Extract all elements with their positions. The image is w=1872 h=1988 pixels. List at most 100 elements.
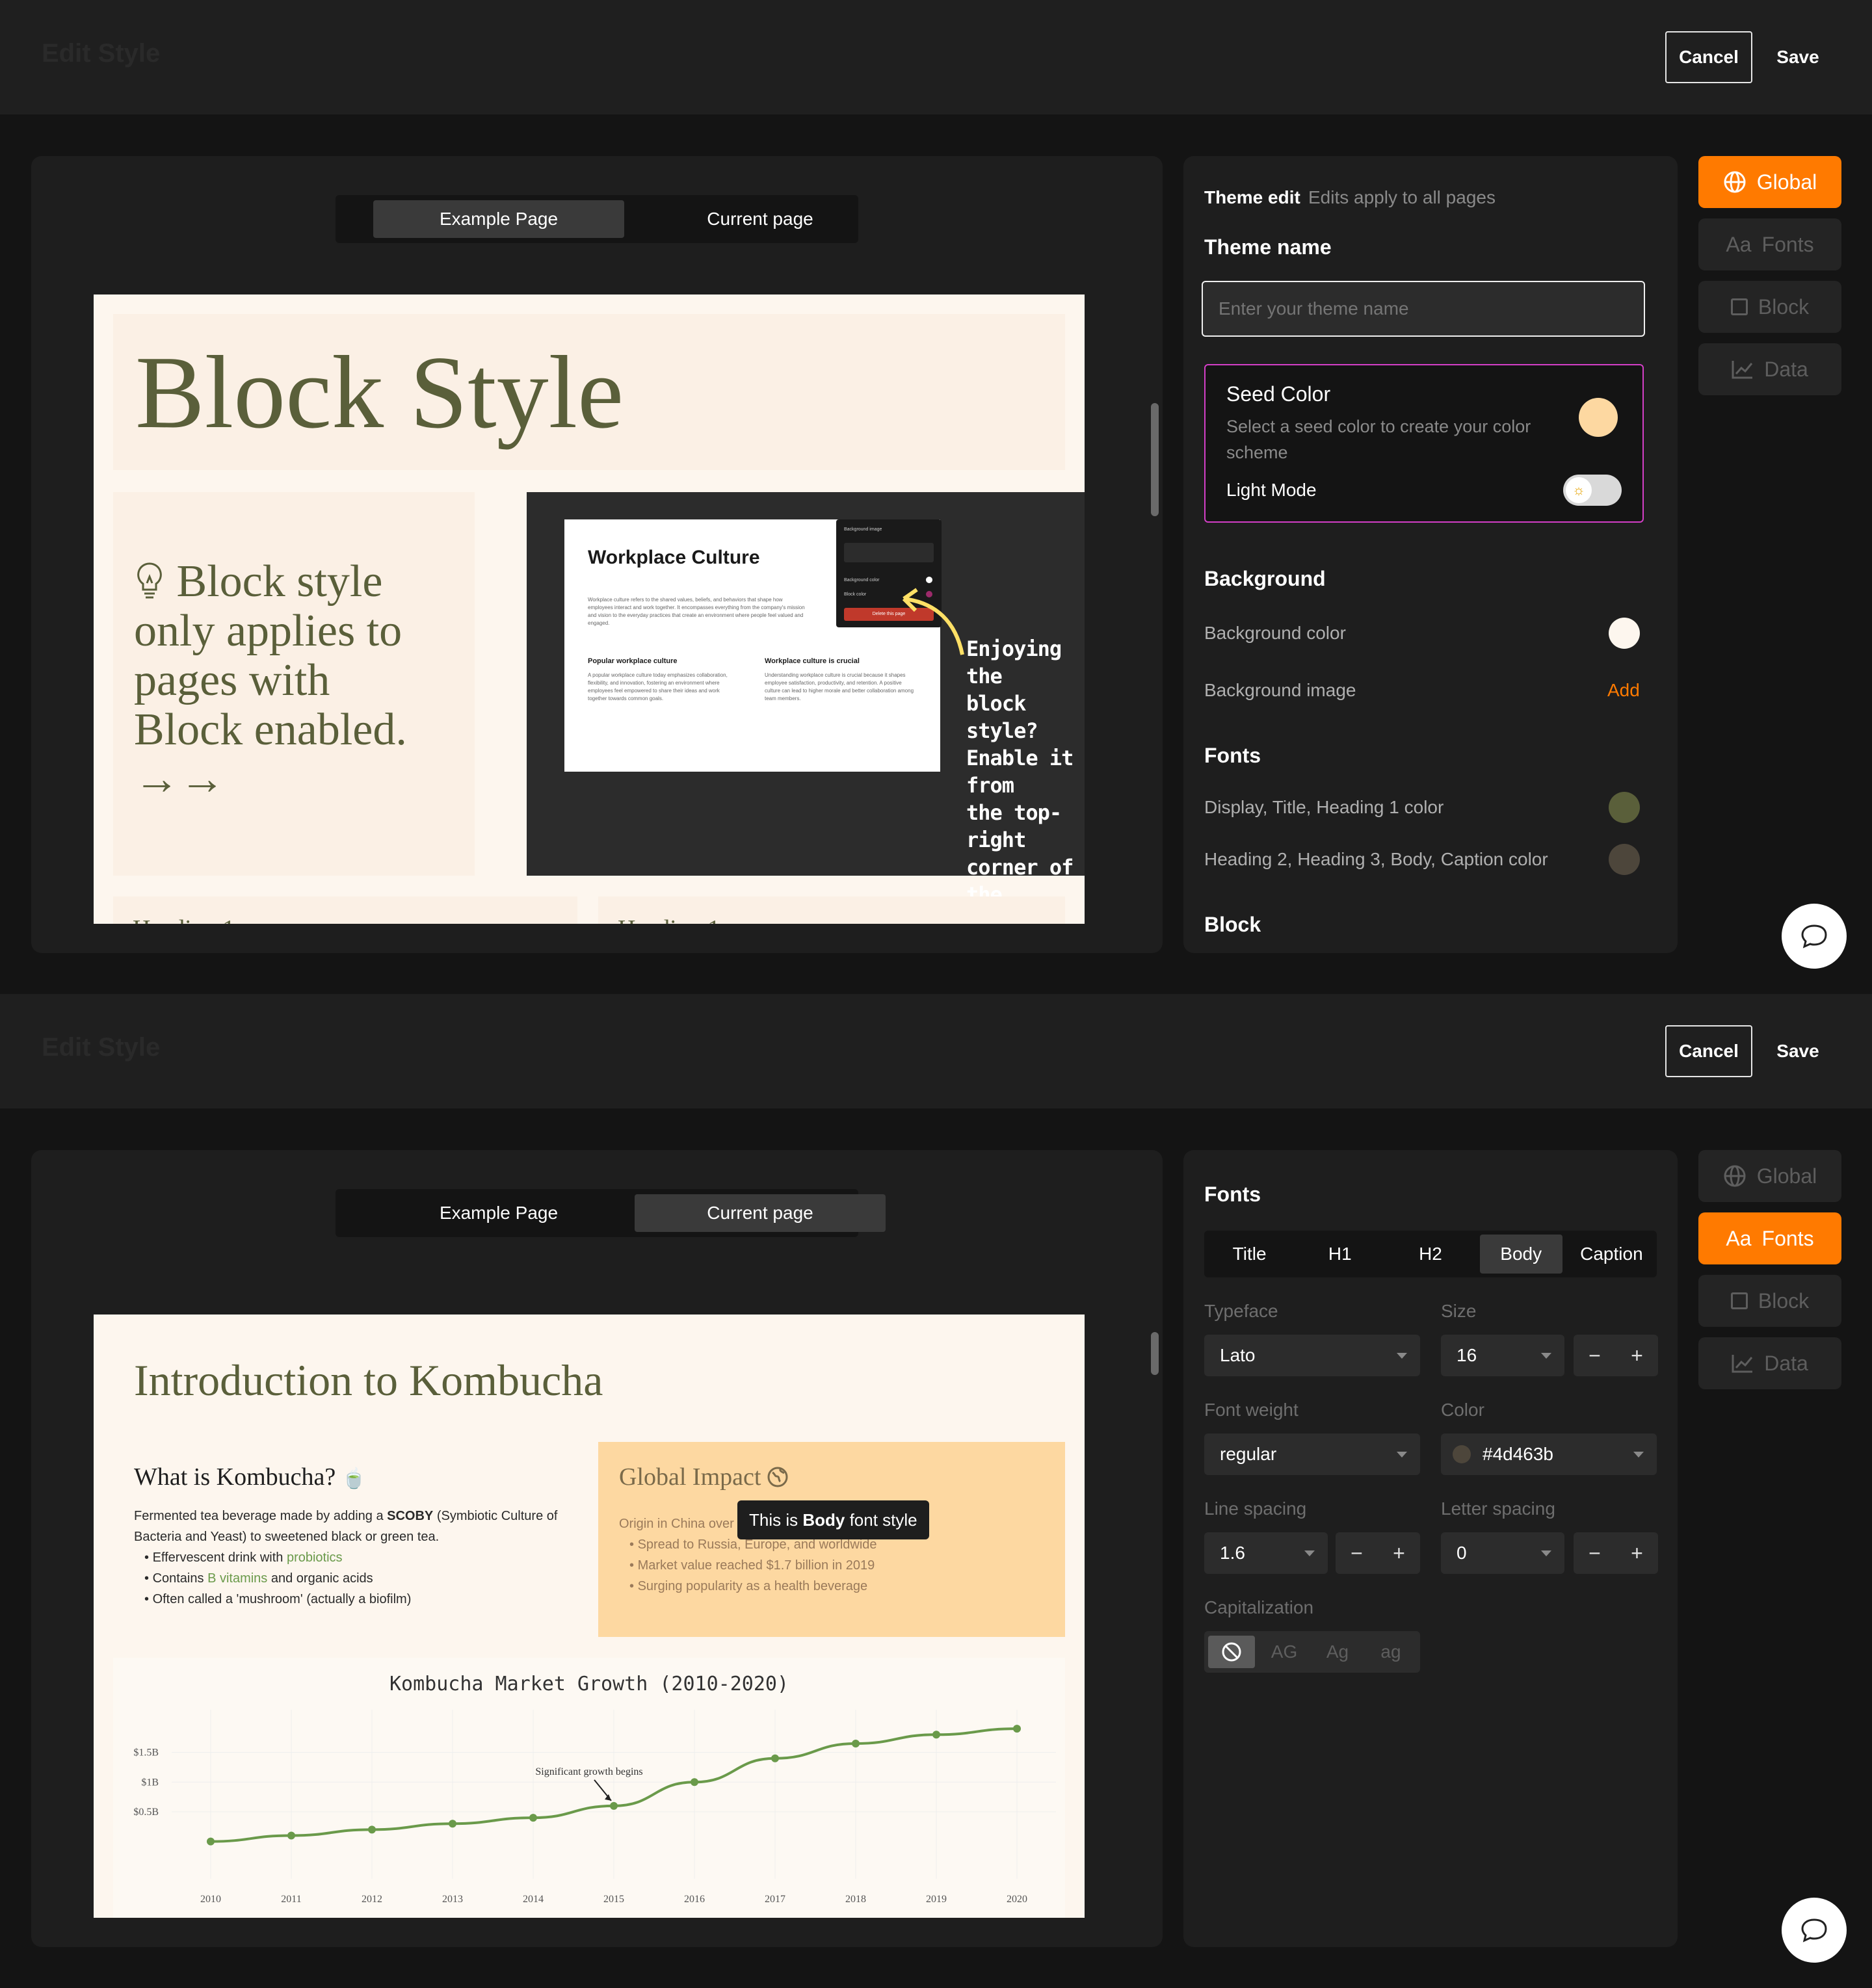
yellow-arrow-icon [902,588,964,655]
chevron-down-icon [1397,1452,1407,1458]
x-tick-label: 2019 [926,1894,947,1905]
save-button-2[interactable]: Save [1762,1025,1834,1077]
global-b1: Spread to Russia, Europe, and worldwide [637,1537,877,1552]
bg-color-swatch[interactable] [1609,618,1640,649]
font-tab-body[interactable]: Body [1479,1235,1562,1274]
preview-scrollbar-2[interactable] [1151,1332,1159,1375]
seed-color-swatch[interactable] [1579,398,1618,437]
font-weight-select[interactable]: regular [1204,1433,1420,1475]
light-mode-toggle[interactable]: ☼ [1563,475,1622,506]
cancel-button[interactable]: Cancel [1665,31,1752,83]
font-tab-title[interactable]: Title [1208,1235,1291,1274]
what-is-line-2: Bacteria and Yeast) to sweetened black o… [134,1530,440,1544]
save-button[interactable]: Save [1762,31,1834,83]
letter-spacing-plus-button[interactable]: + [1616,1532,1658,1574]
sidebar-item-data-2[interactable]: Data [1698,1337,1841,1389]
tea-cup-icon: 🍵 [341,1468,367,1489]
tab-example-page-2[interactable]: Example Page [373,1194,624,1232]
sidebar-item-fonts[interactable]: Aa Fonts [1698,218,1841,270]
earth-icon [767,1467,788,1487]
chevron-down-icon [1541,1550,1551,1556]
note-text: Block style only applies to pages with B… [134,557,472,804]
sidebar-block-label: Block [1758,294,1810,319]
sidebar-item-fonts-2[interactable]: Aa Fonts [1698,1212,1841,1264]
font-tab-h2[interactable]: H2 [1389,1235,1471,1274]
cap-lower-button[interactable]: ag [1367,1641,1415,1662]
sidebar-item-block[interactable]: Block [1698,281,1841,333]
demo-col2-title: Workplace culture is crucial [765,657,860,665]
preview-scrollbar[interactable] [1151,403,1159,516]
demo-col1-title: Popular workplace culture [588,657,678,665]
x-tick-label: 2018 [845,1894,866,1905]
letter-spacing-minus-button[interactable]: − [1574,1532,1616,1574]
global-b2: Market value reached $1.7 billion in 201… [637,1558,875,1573]
size-select[interactable]: 16 [1441,1335,1564,1376]
size-plus-button[interactable]: + [1616,1335,1658,1376]
tab-example-page[interactable]: Example Page [373,200,624,238]
global-bullet-3: • Surging popularity as a health beverag… [629,1579,868,1593]
seed-color-card: Seed Color Select a seed color to create… [1204,364,1644,523]
letter-spacing-select[interactable]: 0 [1441,1532,1564,1574]
mini-bg-color: Background color [844,578,880,582]
bullet-2-a: Contains [152,1571,208,1586]
bullet-2-c: and organic acids [267,1571,373,1586]
line-spacing-minus-button[interactable]: − [1336,1532,1378,1574]
sidebar-item-global-2[interactable]: Global [1698,1150,1841,1202]
cap-title-button[interactable]: Ag [1313,1641,1362,1662]
font-color-2-swatch[interactable] [1609,844,1640,875]
data-point [1013,1725,1021,1733]
chat-button-2[interactable] [1782,1898,1847,1963]
chevron-down-icon [1541,1353,1551,1359]
demo-card-title: Workplace Culture [588,547,760,568]
typeface-select[interactable]: Lato [1204,1335,1420,1376]
font-color-1-swatch[interactable] [1609,792,1640,823]
letter-spacing-value: 0 [1457,1543,1467,1563]
chat-button[interactable] [1782,904,1847,969]
data-point [368,1825,376,1834]
peek-heading-1: Heading 1 [133,915,235,924]
add-bg-image-link[interactable]: Add [1607,680,1640,701]
bullet-1: • Effervescent drink with probiotics [144,1550,343,1565]
color-swatch-dot [1453,1445,1471,1463]
cap-upper-button[interactable]: AG [1260,1641,1308,1662]
y-tick-label: $0.5B [133,1807,159,1818]
typeface-value: Lato [1220,1345,1256,1365]
capitalization-label: Capitalization [1204,1597,1314,1617]
tab-current-page[interactable]: Current page [635,200,886,238]
chat-icon [1801,924,1827,948]
block-title: Block [1204,913,1261,936]
tab-current-page-2[interactable]: Current page [635,1194,886,1232]
fonts-title: Fonts [1204,744,1261,767]
x-tick-label: 2014 [523,1894,544,1905]
page-tabs: Example Page Current page [336,195,858,243]
font-icon: Aa [1726,1226,1752,1250]
chart-block: Kombucha Market Growth (2010-2020) 2010 20… [113,1658,1065,1918]
sidebar-item-data[interactable]: Data [1698,343,1841,395]
font-settings-panel: Fonts Title H1 H2 Body Caption Typeface Size… [1183,1150,1678,1947]
line-spacing-stepper: − + [1336,1532,1420,1574]
y-tick-label: $1B [141,1777,159,1788]
font-tab-caption[interactable]: Caption [1570,1235,1653,1274]
font-color-select[interactable]: #4d463b [1441,1433,1657,1475]
size-minus-button[interactable]: − [1574,1335,1616,1376]
chart-title: Kombucha Market Growth (2010-2020) [389,1673,789,1695]
demo-col2-body: Understanding workplace culture is cruci… [765,672,914,701]
sidebar-item-block-2[interactable]: Block [1698,1275,1841,1327]
theme-name-input[interactable] [1202,281,1645,337]
bullet-1-a: Effervescent drink with [152,1550,287,1565]
tooltip-b: Body [802,1510,845,1530]
what-body-1: Fermented tea beverage made by adding a [134,1509,388,1523]
line-spacing-select[interactable]: 1.6 [1204,1532,1328,1574]
what-is-title-text: What is Kombucha? [134,1463,336,1491]
peek-block-2: Heading 1 [598,896,1065,924]
peek-block-1: Heading 1 [113,896,577,924]
sidebar-item-global[interactable]: Global [1698,156,1841,208]
global-impact-title-text: Global Impact [619,1463,761,1491]
current-page-preview: Introduction to Kombucha What is Kombuch… [94,1314,1085,1918]
line-spacing-plus-button[interactable]: + [1378,1532,1420,1574]
x-tick-label: 2020 [1007,1894,1027,1905]
cap-none-button[interactable] [1208,1636,1255,1668]
font-tab-h1[interactable]: H1 [1299,1235,1381,1274]
color-label: Color [1441,1400,1484,1420]
cancel-button-2[interactable]: Cancel [1665,1025,1752,1077]
